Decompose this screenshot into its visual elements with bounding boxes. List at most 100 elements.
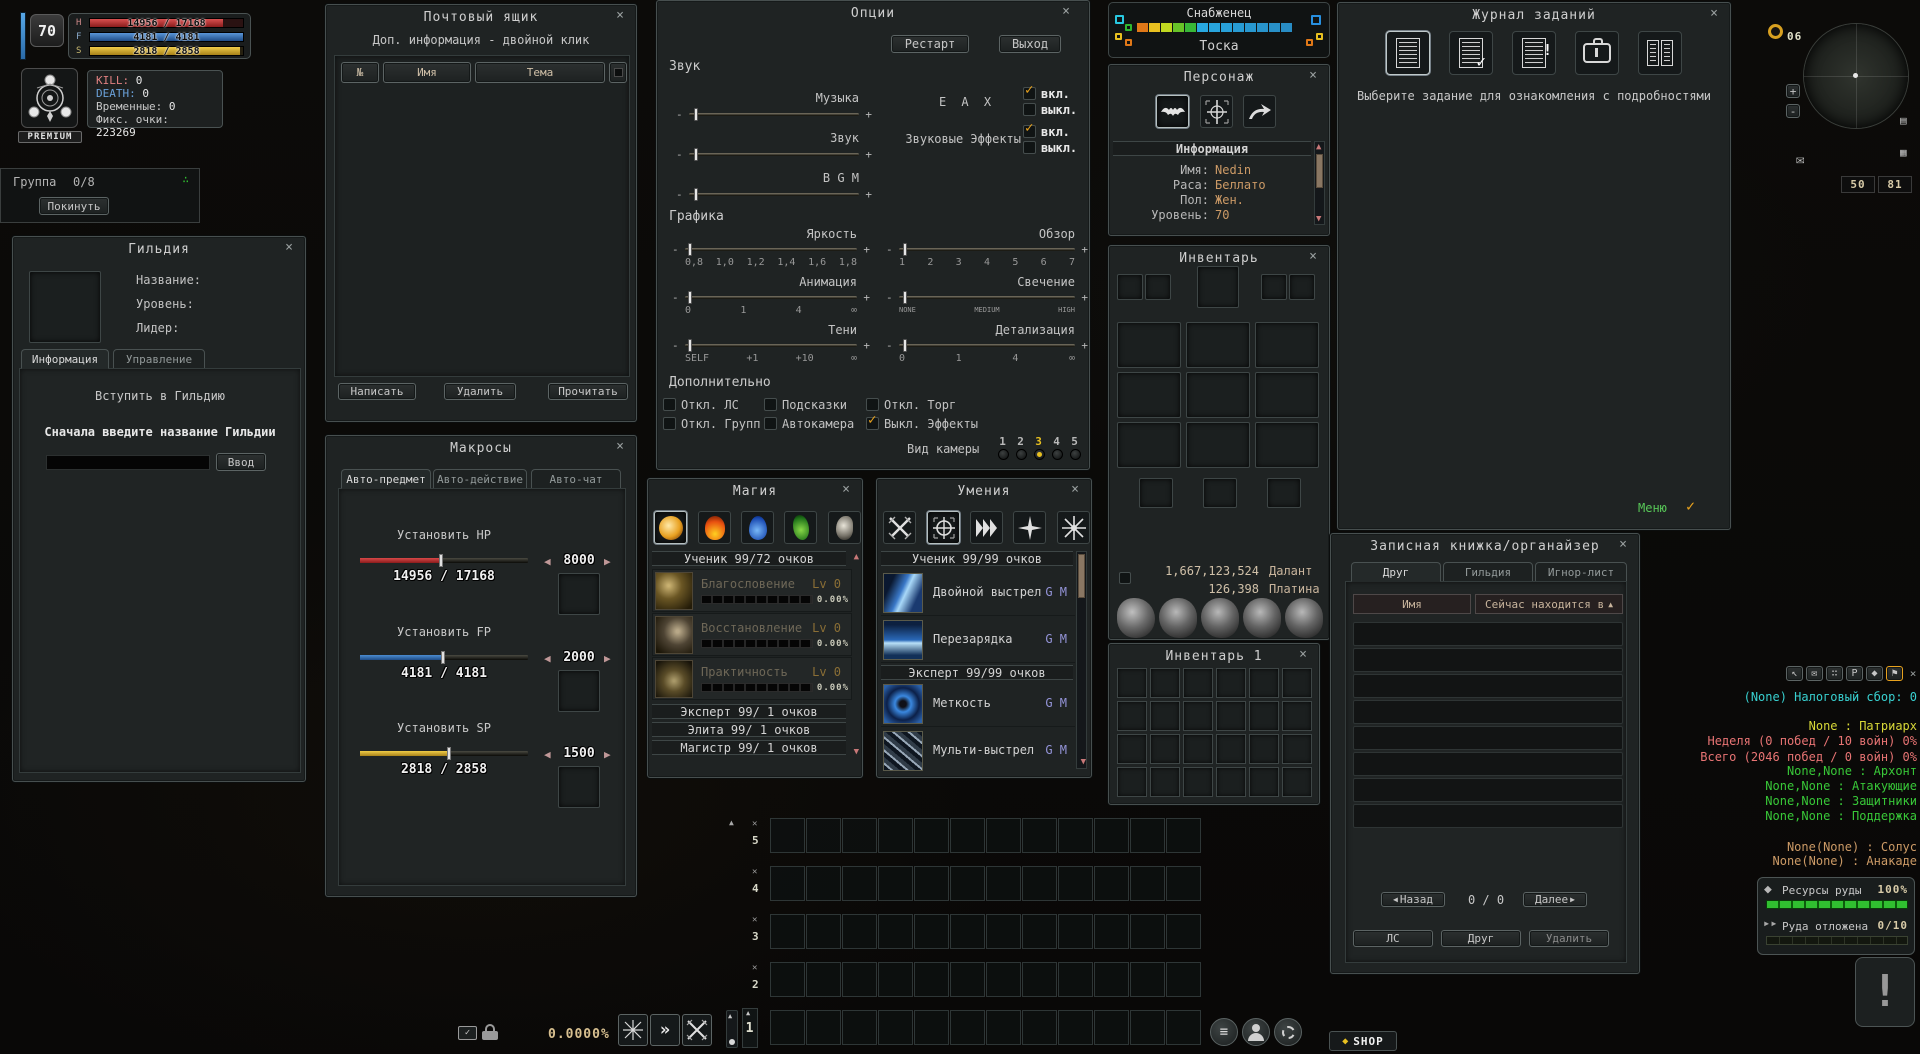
- skills-burst-button[interactable]: [1057, 511, 1090, 544]
- equipment-slot[interactable]: [1255, 422, 1319, 468]
- slot[interactable]: [950, 914, 985, 949]
- character-crosshair-button[interactable]: [1200, 95, 1233, 128]
- check-icon[interactable]: ✓: [1686, 497, 1695, 515]
- magic-element-light-button[interactable]: [654, 511, 687, 544]
- disable-group-checkbox[interactable]: [663, 417, 676, 430]
- bag-icon[interactable]: [1201, 598, 1239, 638]
- notebook-col-name[interactable]: Имя: [1353, 594, 1471, 614]
- bag-icon[interactable]: [1243, 598, 1281, 638]
- skills-scrollbar[interactable]: [1076, 551, 1087, 769]
- close-icon[interactable]: ×: [1296, 649, 1310, 661]
- equipment-slot[interactable]: [1197, 266, 1239, 308]
- slot[interactable]: [1058, 962, 1093, 997]
- notebook-delete-button[interactable]: Удалить: [1529, 930, 1609, 947]
- close-icon[interactable]: ×: [1306, 70, 1320, 82]
- slot[interactable]: [1094, 962, 1129, 997]
- mail-write-button[interactable]: Написать: [338, 383, 416, 400]
- slot[interactable]: [806, 914, 841, 949]
- scroll-icon[interactable]: ▤: [1900, 114, 1907, 127]
- slot[interactable]: [1249, 767, 1279, 797]
- macro-fp-item-slot[interactable]: [558, 670, 600, 712]
- slot[interactable]: [1183, 668, 1213, 698]
- slider-handle[interactable]: [688, 243, 692, 256]
- slider-handle[interactable]: [688, 339, 692, 352]
- camera-option-4[interactable]: 4: [1050, 435, 1064, 448]
- slot[interactable]: [1353, 804, 1623, 828]
- bag-icon[interactable]: [1117, 598, 1155, 638]
- slot[interactable]: [1094, 866, 1129, 901]
- slider-track[interactable]: [689, 153, 859, 156]
- row-close-icon[interactable]: ✕: [752, 963, 757, 973]
- skill-row[interactable]: Меткость G M: [881, 682, 1075, 727]
- slot[interactable]: [1353, 648, 1623, 672]
- slot[interactable]: [842, 818, 877, 853]
- slot[interactable]: [986, 866, 1021, 901]
- close-icon[interactable]: ×: [1059, 6, 1073, 18]
- slot[interactable]: [770, 1010, 805, 1045]
- slot[interactable]: [1216, 668, 1246, 698]
- macro-fp-handle[interactable]: [441, 651, 445, 664]
- equipment-slot[interactable]: [1186, 372, 1250, 418]
- spell-row[interactable]: Благословение Lv 0 0.00%: [652, 569, 852, 612]
- spell-row[interactable]: Восстановление Lv 0 0.00%: [652, 613, 852, 656]
- equipment-slot[interactable]: [1203, 478, 1237, 508]
- slider-plus[interactable]: +: [1081, 339, 1088, 352]
- slot[interactable]: [1058, 914, 1093, 949]
- magic-rank1-header[interactable]: Ученик 99/72 очков: [652, 551, 846, 566]
- slider-minus[interactable]: -: [676, 108, 683, 121]
- flag-icon[interactable]: ⚑: [1886, 666, 1903, 681]
- quest-tab-new-icon[interactable]: !: [1512, 31, 1556, 75]
- slider-handle[interactable]: [903, 339, 907, 352]
- slot[interactable]: [878, 818, 913, 853]
- slot[interactable]: [1150, 668, 1180, 698]
- slot[interactable]: [842, 1010, 877, 1045]
- slot[interactable]: [1150, 767, 1180, 797]
- camera-radio-2[interactable]: [1016, 449, 1027, 460]
- slot[interactable]: [842, 914, 877, 949]
- slot[interactable]: [770, 962, 805, 997]
- magic-rank2-header[interactable]: Эксперт 99/ 1 очков: [652, 704, 846, 719]
- slot[interactable]: [1183, 767, 1213, 797]
- slot[interactable]: [1022, 818, 1057, 853]
- increase-arrow-icon[interactable]: ▶: [604, 652, 611, 665]
- mail-notification-icon[interactable]: ✉: [1796, 152, 1804, 168]
- slot[interactable]: [950, 1010, 985, 1045]
- slider-handle[interactable]: [688, 291, 692, 304]
- slot[interactable]: [986, 914, 1021, 949]
- card-check-icon[interactable]: ✓: [458, 1026, 477, 1040]
- slider-plus[interactable]: +: [1081, 243, 1088, 256]
- slot[interactable]: [770, 914, 805, 949]
- magic-element-dark-button[interactable]: [828, 511, 861, 544]
- macro-sp-handle[interactable]: [447, 747, 451, 760]
- quest-tab-rewards-icon[interactable]: [1575, 31, 1619, 75]
- row-close-icon[interactable]: ✕: [752, 819, 757, 829]
- bag-icon[interactable]: [1159, 598, 1197, 638]
- guild-submit-button[interactable]: Ввод: [216, 453, 266, 471]
- note-icon[interactable]: ▦: [1900, 146, 1907, 159]
- swords-skill-button[interactable]: [682, 1014, 712, 1046]
- scrollbar-thumb[interactable]: [1316, 154, 1323, 188]
- close-icon[interactable]: ×: [613, 10, 627, 22]
- camera-option-2[interactable]: 2: [1014, 435, 1028, 448]
- slider-plus[interactable]: +: [865, 188, 872, 201]
- slot[interactable]: [1183, 734, 1213, 764]
- shield-icon[interactable]: ◆: [1866, 666, 1883, 681]
- slot[interactable]: [914, 866, 949, 901]
- mail-col-subject[interactable]: Тема: [475, 62, 605, 83]
- slot[interactable]: [878, 866, 913, 901]
- equipment-slot[interactable]: [1117, 422, 1181, 468]
- slot[interactable]: [1353, 726, 1623, 750]
- skills-rank1-header[interactable]: Ученик 99/99 очков: [881, 551, 1073, 566]
- slider-plus[interactable]: +: [863, 339, 870, 352]
- slot[interactable]: [806, 818, 841, 853]
- equipment-slot[interactable]: [1139, 478, 1173, 508]
- slot[interactable]: [1166, 1010, 1201, 1045]
- decrease-arrow-icon[interactable]: ◀: [544, 748, 551, 761]
- slot[interactable]: [1166, 818, 1201, 853]
- skills-force-button[interactable]: [970, 511, 1003, 544]
- increase-arrow-icon[interactable]: ▶: [604, 748, 611, 761]
- guild-name-input[interactable]: [46, 455, 210, 470]
- skill-row[interactable]: Мульти-выстрел G M: [881, 729, 1075, 773]
- close-icon[interactable]: ×: [839, 484, 853, 496]
- zoom-in-button[interactable]: +: [1786, 84, 1800, 98]
